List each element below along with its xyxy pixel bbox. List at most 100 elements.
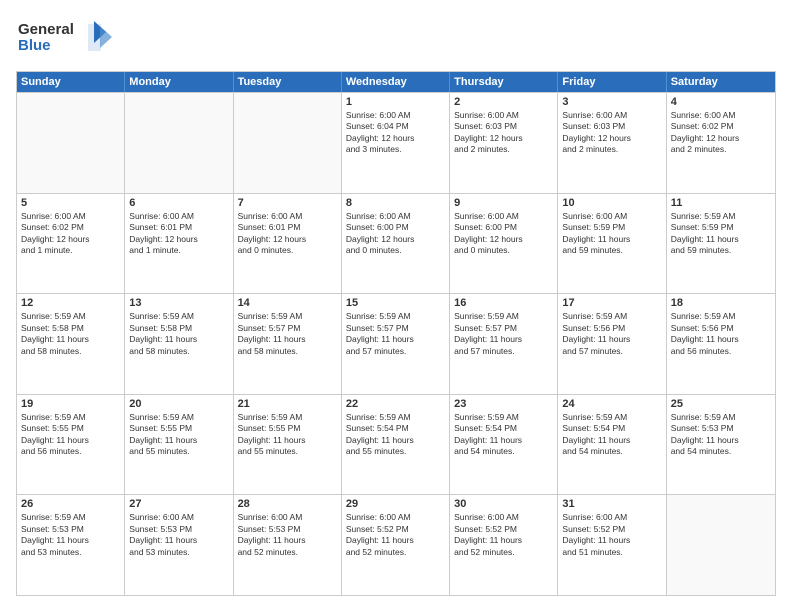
day-number: 2 — [454, 96, 553, 108]
day-cell-21: 21 Sunrise: 5:59 AM Sunset: 5:55 PM Dayli… — [234, 395, 342, 495]
day-info: Sunrise: 5:59 AM Sunset: 5:56 PM Dayligh… — [671, 311, 771, 357]
day-number: 28 — [238, 498, 337, 510]
day-number: 11 — [671, 197, 771, 209]
day-info: Sunrise: 5:59 AM Sunset: 5:54 PM Dayligh… — [454, 412, 553, 458]
day-cell-2: 2 Sunrise: 6:00 AM Sunset: 6:03 PM Daylig… — [450, 93, 558, 193]
day-info: Sunrise: 6:00 AM Sunset: 6:04 PM Dayligh… — [346, 110, 445, 156]
day-cell-14: 14 Sunrise: 5:59 AM Sunset: 5:57 PM Dayli… — [234, 294, 342, 394]
day-cell-27: 27Sunrise: 6:00 AM Sunset: 5:53 PM Dayli… — [125, 495, 233, 595]
day-cell-17: 17Sunrise: 5:59 AM Sunset: 5:56 PM Dayli… — [558, 294, 666, 394]
week-row-5: 26Sunrise: 5:59 AM Sunset: 5:53 PM Dayli… — [17, 494, 775, 595]
empty-cell — [234, 93, 342, 193]
day-number: 14 — [238, 297, 337, 309]
day-number: 9 — [454, 197, 553, 209]
day-info: Sunrise: 5:59 AM Sunset: 5:55 PM Dayligh… — [21, 412, 120, 458]
calendar: SundayMondayTuesdayWednesdayThursdayFrid… — [16, 71, 776, 596]
day-cell-28: 28 Sunrise: 6:00 AM Sunset: 5:53 PM Dayli… — [234, 495, 342, 595]
day-number: 10 — [562, 197, 661, 209]
day-info: Sunrise: 6:00 AM Sunset: 5:53 PM Dayligh… — [129, 512, 228, 558]
day-cell-13: 13 Sunrise: 5:59 AM Sunset: 5:58 PM Dayli… — [125, 294, 233, 394]
day-info: Sunrise: 6:00 AM Sunset: 6:02 PM Dayligh… — [671, 110, 771, 156]
header-day-wednesday: Wednesday — [342, 72, 450, 92]
svg-text:General: General — [18, 21, 74, 38]
day-cell-18: 18 Sunrise: 5:59 AM Sunset: 5:56 PM Dayli… — [667, 294, 775, 394]
day-cell-31: 31Sunrise: 6:00 AM Sunset: 5:52 PM Dayli… — [558, 495, 666, 595]
day-number: 7 — [238, 197, 337, 209]
day-number: 20 — [129, 398, 228, 410]
day-number: 23 — [454, 398, 553, 410]
logo-text: General Blue — [16, 16, 126, 61]
day-number: 13 — [129, 297, 228, 309]
day-info: Sunrise: 5:59 AM Sunset: 5:58 PM Dayligh… — [129, 311, 228, 357]
day-cell-25: 25 Sunrise: 5:59 AM Sunset: 5:53 PM Dayli… — [667, 395, 775, 495]
week-row-4: 19 Sunrise: 5:59 AM Sunset: 5:55 PM Dayli… — [17, 394, 775, 495]
day-number: 24 — [562, 398, 661, 410]
day-number: 21 — [238, 398, 337, 410]
day-info: Sunrise: 5:59 AM Sunset: 5:57 PM Dayligh… — [238, 311, 337, 357]
day-cell-10: 10 Sunrise: 6:00 AM Sunset: 5:59 PM Dayli… — [558, 194, 666, 294]
day-number: 25 — [671, 398, 771, 410]
day-cell-3: 3Sunrise: 6:00 AM Sunset: 6:03 PM Daylig… — [558, 93, 666, 193]
day-info: Sunrise: 6:00 AM Sunset: 6:03 PM Dayligh… — [454, 110, 553, 156]
week-row-1: 1Sunrise: 6:00 AM Sunset: 6:04 PM Daylig… — [17, 92, 775, 193]
day-cell-16: 16Sunrise: 5:59 AM Sunset: 5:57 PM Dayli… — [450, 294, 558, 394]
day-cell-23: 23 Sunrise: 5:59 AM Sunset: 5:54 PM Dayli… — [450, 395, 558, 495]
day-number: 18 — [671, 297, 771, 309]
day-info: Sunrise: 5:59 AM Sunset: 5:57 PM Dayligh… — [346, 311, 445, 357]
day-info: Sunrise: 5:59 AM Sunset: 5:53 PM Dayligh… — [671, 412, 771, 458]
day-info: Sunrise: 6:00 AM Sunset: 6:00 PM Dayligh… — [454, 211, 553, 257]
day-info: Sunrise: 6:00 AM Sunset: 5:53 PM Dayligh… — [238, 512, 337, 558]
header-day-monday: Monday — [125, 72, 233, 92]
day-info: Sunrise: 6:00 AM Sunset: 6:03 PM Dayligh… — [562, 110, 661, 156]
page: General Blue SundayMondayTuesdayWednesda… — [0, 0, 792, 612]
day-info: Sunrise: 6:00 AM Sunset: 5:52 PM Dayligh… — [454, 512, 553, 558]
header-day-saturday: Saturday — [667, 72, 775, 92]
day-cell-7: 7 Sunrise: 6:00 AM Sunset: 6:01 PM Daylig… — [234, 194, 342, 294]
day-cell-5: 5 Sunrise: 6:00 AM Sunset: 6:02 PM Daylig… — [17, 194, 125, 294]
day-info: Sunrise: 5:59 AM Sunset: 5:54 PM Dayligh… — [562, 412, 661, 458]
day-cell-12: 12 Sunrise: 5:59 AM Sunset: 5:58 PM Dayli… — [17, 294, 125, 394]
day-number: 22 — [346, 398, 445, 410]
header-day-friday: Friday — [558, 72, 666, 92]
day-info: Sunrise: 5:59 AM Sunset: 5:58 PM Dayligh… — [21, 311, 120, 357]
day-cell-1: 1Sunrise: 6:00 AM Sunset: 6:04 PM Daylig… — [342, 93, 450, 193]
empty-cell — [125, 93, 233, 193]
day-info: Sunrise: 6:00 AM Sunset: 6:02 PM Dayligh… — [21, 211, 120, 257]
day-cell-15: 15 Sunrise: 5:59 AM Sunset: 5:57 PM Dayli… — [342, 294, 450, 394]
header: General Blue — [16, 16, 776, 61]
day-cell-29: 29 Sunrise: 6:00 AM Sunset: 5:52 PM Dayli… — [342, 495, 450, 595]
day-info: Sunrise: 6:00 AM Sunset: 6:01 PM Dayligh… — [238, 211, 337, 257]
day-cell-11: 11 Sunrise: 5:59 AM Sunset: 5:59 PM Dayli… — [667, 194, 775, 294]
svg-text:Blue: Blue — [18, 37, 51, 54]
empty-cell — [17, 93, 125, 193]
week-row-2: 5 Sunrise: 6:00 AM Sunset: 6:02 PM Daylig… — [17, 193, 775, 294]
header-day-thursday: Thursday — [450, 72, 558, 92]
day-info: Sunrise: 6:00 AM Sunset: 5:59 PM Dayligh… — [562, 211, 661, 257]
day-cell-24: 24 Sunrise: 5:59 AM Sunset: 5:54 PM Dayli… — [558, 395, 666, 495]
day-number: 26 — [21, 498, 120, 510]
day-cell-9: 9 Sunrise: 6:00 AM Sunset: 6:00 PM Daylig… — [450, 194, 558, 294]
day-cell-6: 6Sunrise: 6:00 AM Sunset: 6:01 PM Daylig… — [125, 194, 233, 294]
day-cell-8: 8 Sunrise: 6:00 AM Sunset: 6:00 PM Daylig… — [342, 194, 450, 294]
day-number: 12 — [21, 297, 120, 309]
day-info: Sunrise: 6:00 AM Sunset: 5:52 PM Dayligh… — [346, 512, 445, 558]
day-cell-4: 4Sunrise: 6:00 AM Sunset: 6:02 PM Daylig… — [667, 93, 775, 193]
day-number: 31 — [562, 498, 661, 510]
day-cell-26: 26Sunrise: 5:59 AM Sunset: 5:53 PM Dayli… — [17, 495, 125, 595]
day-info: Sunrise: 5:59 AM Sunset: 5:56 PM Dayligh… — [562, 311, 661, 357]
day-number: 8 — [346, 197, 445, 209]
day-number: 5 — [21, 197, 120, 209]
empty-cell — [667, 495, 775, 595]
day-number: 16 — [454, 297, 553, 309]
day-info: Sunrise: 5:59 AM Sunset: 5:55 PM Dayligh… — [129, 412, 228, 458]
day-info: Sunrise: 5:59 AM Sunset: 5:55 PM Dayligh… — [238, 412, 337, 458]
day-info: Sunrise: 5:59 AM Sunset: 5:59 PM Dayligh… — [671, 211, 771, 257]
day-number: 19 — [21, 398, 120, 410]
day-number: 29 — [346, 498, 445, 510]
day-info: Sunrise: 6:00 AM Sunset: 6:00 PM Dayligh… — [346, 211, 445, 257]
header-day-tuesday: Tuesday — [234, 72, 342, 92]
day-number: 15 — [346, 297, 445, 309]
calendar-header: SundayMondayTuesdayWednesdayThursdayFrid… — [17, 72, 775, 92]
logo: General Blue — [16, 16, 126, 61]
day-cell-22: 22Sunrise: 5:59 AM Sunset: 5:54 PM Dayli… — [342, 395, 450, 495]
